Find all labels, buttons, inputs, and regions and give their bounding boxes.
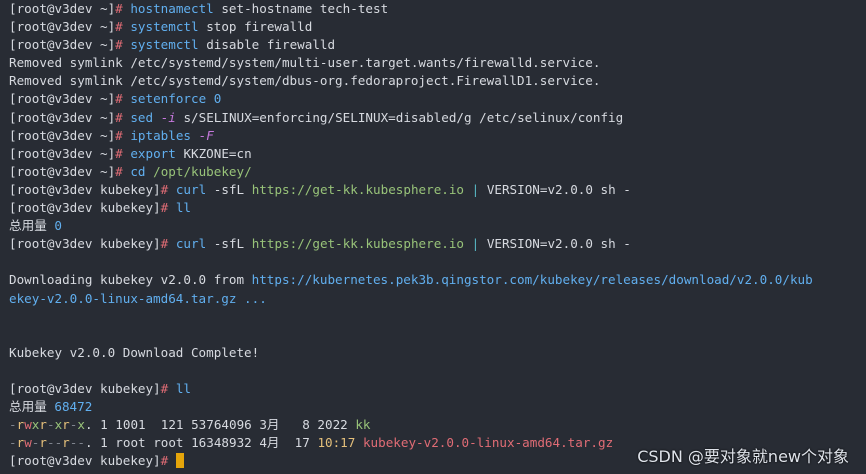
- command: ll: [175, 380, 192, 396]
- terminal-line: [root@v3dev ~]# export KKZONE=cn: [9, 145, 252, 161]
- output-line: Kubekey v2.0.0 Download Complete!: [9, 344, 260, 360]
- terminal-line: [root@v3dev ~]# systemctl stop firewalld: [9, 19, 313, 35]
- output-line: 总用量 68472: [9, 399, 93, 415]
- prompt: [root@v3dev ~]: [9, 145, 116, 161]
- cursor[interactable]: [175, 453, 184, 469]
- prompt: [root@v3dev ~]: [9, 1, 116, 16]
- terminal-line: [root@v3dev kubekey]# curl -sfL https://…: [9, 181, 631, 197]
- prompt: [root@v3dev kubekey]: [9, 453, 161, 469]
- command: export: [130, 145, 176, 161]
- file-meta: 1 root root 16348932 4月 17: [92, 435, 318, 451]
- download-link[interactable]: https://kubernetes.pek3b.qingstor.com/ku…: [252, 272, 813, 287]
- file-listing-row: -rwxr-xr-x. 1 1001 121 53764096 3月 8 202…: [9, 417, 371, 433]
- terminal-line: [root@v3dev kubekey]# curl -sfL https://…: [9, 236, 631, 252]
- output-line: 总用量 0: [9, 218, 62, 234]
- command: setenforce: [130, 91, 207, 107]
- terminal-line: [root@v3dev ~]# hostnamectl set-hostname…: [9, 1, 389, 16]
- terminal-line: [root@v3dev kubekey]# ll: [9, 380, 192, 396]
- watermark: CSDN @要对象就new个对象: [637, 447, 849, 466]
- command: curl: [175, 181, 207, 197]
- prompt: [root@v3dev ~]: [9, 91, 116, 107]
- command: iptables: [130, 127, 192, 143]
- command: hostnamectl: [130, 1, 214, 16]
- terminal-line: [root@v3dev kubekey]# ll: [9, 200, 192, 216]
- prompt: [root@v3dev kubekey]: [9, 200, 161, 216]
- output-line: Removed symlink /etc/systemd/system/dbus…: [9, 73, 601, 89]
- terminal-line: [root@v3dev ~]# sed -i s/SELINUX=enforci…: [9, 109, 624, 125]
- command: sed: [130, 109, 154, 125]
- file-name[interactable]: kk: [355, 417, 370, 432]
- output-line: ekey-v2.0.0-linux-amd64.tar.gz ...: [9, 290, 267, 306]
- prompt: [root@v3dev ~]: [9, 19, 116, 35]
- terminal-output[interactable]: [root@v3dev ~]# hostnamectl set-hostname…: [9, 0, 866, 470]
- terminal-line: [root@v3dev ~]# iptables -F: [9, 127, 214, 143]
- file-meta: 1 1001 121 53764096 3月 8 2022: [92, 417, 356, 433]
- command: curl: [175, 236, 207, 252]
- prompt: [root@v3dev kubekey]: [9, 236, 161, 252]
- output-line: Downloading kubekey v2.0.0 from https://…: [9, 272, 813, 288]
- prompt: [root@v3dev ~]: [9, 163, 116, 179]
- prompt: [root@v3dev ~]: [9, 37, 116, 53]
- file-name[interactable]: kubekey-v2.0.0-linux-amd64.tar.gz: [363, 435, 613, 450]
- command: systemctl: [130, 19, 199, 35]
- command: systemctl: [130, 37, 199, 53]
- command: cd: [130, 163, 146, 179]
- prompt: [root@v3dev kubekey]: [9, 181, 161, 197]
- command: ll: [175, 200, 192, 216]
- prompt: [root@v3dev kubekey]: [9, 380, 161, 396]
- terminal-line: [root@v3dev ~]# cd /opt/kubekey/: [9, 163, 252, 179]
- prompt: [root@v3dev ~]: [9, 109, 116, 125]
- prompt: [root@v3dev ~]: [9, 127, 116, 143]
- terminal-line: [root@v3dev ~]# systemctl disable firewa…: [9, 37, 336, 53]
- output-line: Removed symlink /etc/systemd/system/mult…: [9, 55, 601, 71]
- terminal-line: [root@v3dev ~]# setenforce 0: [9, 91, 222, 107]
